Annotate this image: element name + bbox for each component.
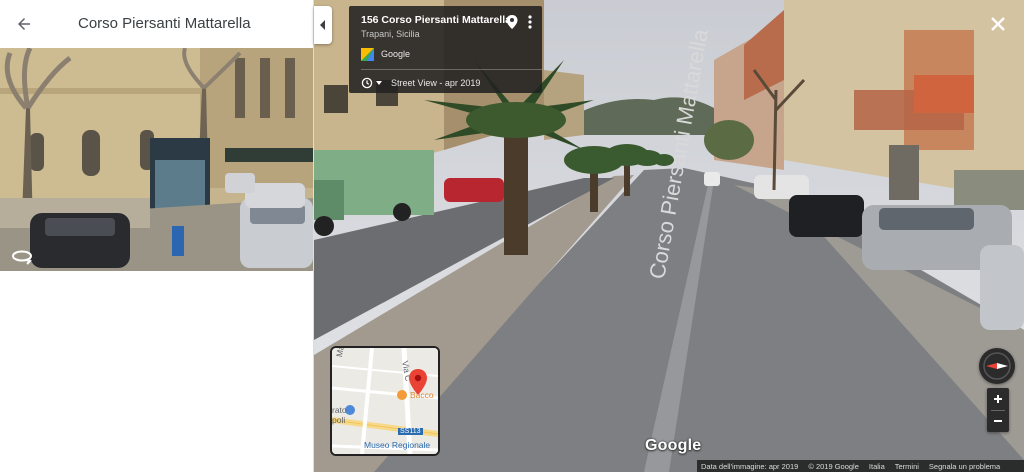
attribution-bar: Data dell'immagine: apr 2019 © 2019 Goog… xyxy=(697,460,1024,472)
terms-link[interactable]: Termini xyxy=(895,462,919,471)
provider-row: Google xyxy=(361,46,410,62)
clock-history-icon xyxy=(361,77,373,89)
location-info-card: 156 Corso Piersanti Mattarella Trapani, … xyxy=(349,6,542,93)
minimap-label-poli: poli xyxy=(332,415,346,425)
compass-button[interactable] xyxy=(979,348,1015,384)
collapse-panel-button[interactable] xyxy=(314,6,332,44)
report-problem-link[interactable]: Segnala un problema xyxy=(929,462,1000,471)
compass-icon xyxy=(983,352,1011,380)
minus-icon xyxy=(994,420,1002,422)
view-on-map-button[interactable] xyxy=(505,14,519,30)
map-pin-icon xyxy=(409,369,427,395)
close-street-view-button[interactable] xyxy=(987,13,1009,35)
card-address: 156 Corso Piersanti Mattarella xyxy=(361,14,511,26)
rotate-360-icon xyxy=(12,250,32,265)
history-label: Street View - apr 2019 xyxy=(391,78,481,88)
google-maps-logo-icon xyxy=(361,47,374,61)
rotate-360-button[interactable] xyxy=(10,246,34,266)
back-button[interactable] xyxy=(10,10,38,38)
card-divider xyxy=(361,69,542,70)
plus-icon xyxy=(994,395,1002,403)
panel-title: Corso Piersanti Mattarella xyxy=(78,15,251,32)
side-panel: Corso Piersanti Mattarella xyxy=(0,0,314,472)
street-view-history-button[interactable]: Street View - apr 2019 xyxy=(361,76,480,90)
minimap[interactable]: Mattarella Via C Bacco rato poli SS113 M… xyxy=(330,346,440,456)
copyright: © 2019 Google xyxy=(808,461,859,471)
minimap-road-shield: SS113 xyxy=(398,428,423,435)
minimap-label-prato: rato xyxy=(332,405,347,415)
close-icon xyxy=(991,17,1005,31)
more-vert-icon xyxy=(528,15,532,29)
minimap-label-museum: Museo Regionale xyxy=(364,440,431,450)
zoom-in-button[interactable] xyxy=(987,388,1009,410)
caret-down-icon xyxy=(376,81,382,85)
chevron-left-icon xyxy=(320,20,325,30)
location-pin-icon xyxy=(506,15,518,29)
image-date: Data dell'immagine: apr 2019 xyxy=(701,461,799,471)
minimap-roads xyxy=(332,348,438,454)
zoom-out-button[interactable] xyxy=(987,410,1009,432)
provider-label: Google xyxy=(381,49,411,59)
card-city: Trapani, Sicilia xyxy=(361,29,420,39)
thumbnail-scene xyxy=(0,48,313,271)
zoom-control xyxy=(987,388,1009,432)
arrow-back-icon xyxy=(18,18,30,30)
more-options-button[interactable] xyxy=(525,14,535,30)
panel-header: Corso Piersanti Mattarella xyxy=(0,0,314,48)
street-view-thumbnail[interactable] xyxy=(0,48,313,271)
google-watermark: Google xyxy=(645,437,702,454)
country-link[interactable]: Italia xyxy=(869,462,885,471)
